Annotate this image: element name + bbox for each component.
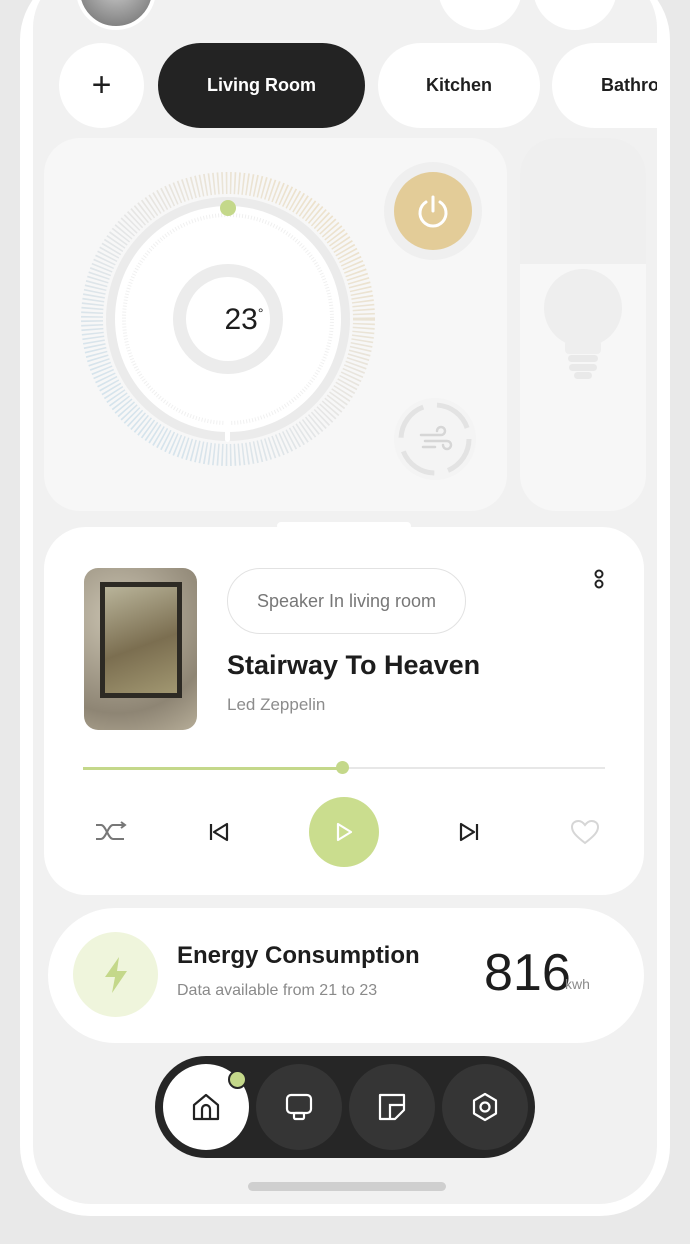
room-chip-bathroom[interactable]: Bathro	[552, 43, 657, 128]
energy-title: Energy Consumption	[177, 942, 420, 969]
song-artist: Led Zeppelin	[227, 695, 326, 714]
top-menu-button[interactable]	[533, 0, 617, 30]
progress-fill	[83, 767, 342, 770]
next-icon	[459, 822, 479, 842]
energy-icon-wrap	[73, 932, 158, 1017]
previous-icon	[209, 822, 229, 842]
power-button[interactable]	[384, 162, 482, 260]
temperature-value: 23	[224, 303, 258, 336]
wind-icon	[398, 402, 472, 476]
settings-icon	[472, 1092, 498, 1122]
album-cover[interactable]	[84, 568, 197, 730]
energy-subtitle: Data available from 21 to 23	[177, 982, 378, 999]
light-card[interactable]	[520, 138, 646, 511]
shuffle-icon	[96, 821, 127, 840]
album-artwork	[100, 582, 182, 698]
power-button-face	[394, 172, 472, 250]
room-chip-living-room[interactable]: Living Room	[158, 43, 365, 128]
shuffle-button[interactable]	[91, 812, 131, 852]
speaker-selector[interactable]: Speaker In living room	[227, 568, 466, 634]
user-avatar[interactable]	[76, 0, 156, 30]
energy-unit: kwh	[565, 976, 590, 992]
temperature-readout: 23°	[209, 303, 279, 337]
lightbulb-icon	[544, 269, 622, 379]
device-icon	[285, 1093, 313, 1121]
song-title: Stairway To Heaven	[227, 650, 481, 680]
power-icon	[418, 195, 448, 228]
light-level-track	[520, 138, 646, 264]
dial-indicator-dot[interactable]	[220, 200, 236, 216]
home-indicator[interactable]	[248, 1182, 446, 1191]
nav-devices[interactable]	[256, 1064, 342, 1150]
nav-settings[interactable]	[442, 1064, 528, 1150]
heart-icon	[570, 819, 600, 845]
room-chip-label: Living Room	[207, 75, 316, 95]
top-action-button[interactable]	[438, 0, 522, 30]
room-chip-label: Bathro	[601, 75, 657, 95]
more-options-icon[interactable]	[593, 569, 605, 589]
temperature-unit: °	[257, 305, 264, 321]
energy-value: 816	[484, 944, 571, 1002]
speaker-label: Speaker In living room	[256, 590, 437, 611]
plus-icon: +	[91, 66, 112, 104]
lightning-icon	[104, 956, 127, 993]
next-button[interactable]	[449, 812, 489, 852]
favorite-button[interactable]	[565, 812, 605, 852]
previous-button[interactable]	[199, 812, 239, 852]
play-button[interactable]	[309, 797, 379, 867]
play-icon	[336, 822, 353, 842]
nav-active-indicator	[228, 1070, 247, 1089]
app-screen: + Living Room Kitchen Bathro 23° Speaker…	[33, 0, 657, 1204]
bottom-nav	[155, 1056, 535, 1158]
home-icon	[192, 1093, 220, 1121]
progress-knob[interactable]	[336, 761, 349, 774]
fan-mode-button[interactable]	[394, 398, 476, 480]
dial-marker	[225, 414, 230, 442]
nav-rooms[interactable]	[349, 1064, 435, 1150]
add-room-button[interactable]: +	[59, 43, 144, 128]
room-chip-label: Kitchen	[425, 75, 492, 95]
room-chip-kitchen[interactable]: Kitchen	[378, 43, 540, 128]
rooms-icon	[378, 1093, 406, 1121]
